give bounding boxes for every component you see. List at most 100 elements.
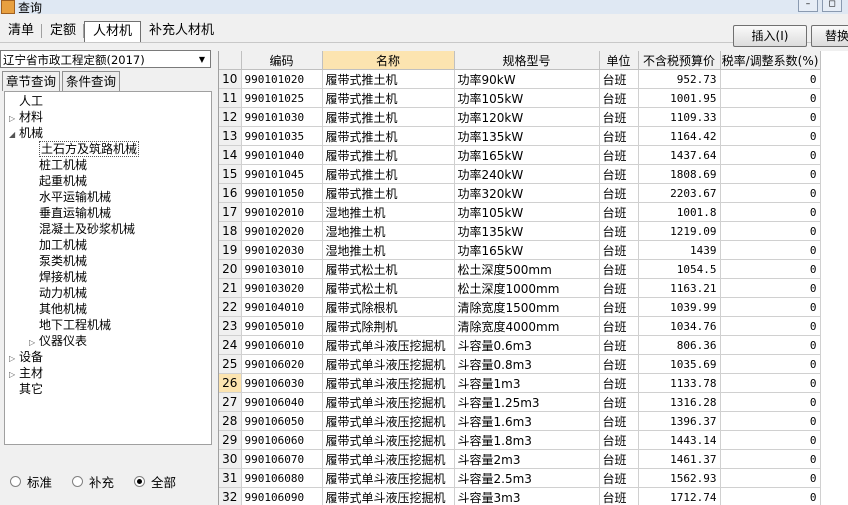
row-number[interactable]: 26 xyxy=(219,373,242,393)
row-number[interactable]: 13 xyxy=(219,126,242,146)
chevron-down-icon[interactable]: ▼ xyxy=(196,51,208,69)
row-number[interactable]: 21 xyxy=(219,278,242,298)
table-row[interactable]: 17 990102010 湿地推土机 功率105kW 台班 1001.8 0 xyxy=(219,202,821,222)
table-row[interactable]: 25 990106020 履带式单斗液压挖掘机 斗容量0.8m3 台班 1035.69 0 xyxy=(219,354,821,374)
replace-button[interactable]: 替换 xyxy=(811,25,848,47)
table-row[interactable]: 32 990106090 履带式单斗液压挖掘机 斗容量3m3 台班 1712.74 0 xyxy=(219,487,821,505)
row-number[interactable]: 14 xyxy=(219,145,242,165)
tree-node[interactable]: ▷ 主材 xyxy=(9,365,43,381)
tree-node[interactable]: 垂直运输机械 xyxy=(29,205,111,221)
tax-rate-cell: 0 xyxy=(720,240,821,260)
row-number[interactable]: 17 xyxy=(219,202,242,222)
tree-node[interactable]: 土石方及筑路机械 xyxy=(29,141,140,157)
col-unit[interactable]: 单位 xyxy=(599,51,639,70)
col-rownum[interactable] xyxy=(219,51,242,70)
table-row[interactable]: 24 990106010 履带式单斗液压挖掘机 斗容量0.6m3 台班 806.36 0 xyxy=(219,335,821,355)
quota-library-select[interactable]: 辽宁省市政工程定额(2017) ▼ xyxy=(0,50,211,68)
table-row[interactable]: 18 990102020 湿地推土机 功率135kW 台班 1219.09 0 xyxy=(219,221,821,241)
row-number[interactable]: 22 xyxy=(219,297,242,317)
table-row[interactable]: 11 990101025 履带式推土机 功率105kW 台班 1001.95 0 xyxy=(219,88,821,108)
table-row[interactable]: 21 990103020 履带式松土机 松土深度1000mm 台班 1163.21 0 xyxy=(219,278,821,298)
table-row[interactable]: 29 990106060 履带式单斗液压挖掘机 斗容量1.8m3 台班 1443.14 0 xyxy=(219,430,821,450)
tree-node[interactable]: ▷ 材料 xyxy=(9,109,43,125)
table-row[interactable]: 14 990101040 履带式推土机 功率165kW 台班 1437.64 0 xyxy=(219,145,821,165)
col-spec[interactable]: 规格型号 xyxy=(454,51,600,70)
tree-node[interactable]: 其它 xyxy=(9,381,43,397)
table-row[interactable]: 12 990101030 履带式推土机 功率120kW 台班 1109.33 0 xyxy=(219,107,821,127)
radio-all[interactable]: 全部 xyxy=(134,472,176,491)
radio-standard[interactable]: 标准 xyxy=(10,472,52,491)
row-number[interactable]: 18 xyxy=(219,221,242,241)
col-tax-rate[interactable]: 税率/调整系数(%) xyxy=(720,51,821,70)
row-number[interactable]: 11 xyxy=(219,88,242,108)
tree-node[interactable]: 泵类机械 xyxy=(29,253,87,269)
tree-node[interactable]: 水平运输机械 xyxy=(29,189,111,205)
tree-node[interactable]: ▷ 设备 xyxy=(9,349,43,365)
table-row[interactable]: 26 990106030 履带式单斗液压挖掘机 斗容量1m3 台班 1133.78 0 xyxy=(219,373,821,393)
tab-condition-query[interactable]: 条件查询 xyxy=(62,71,121,91)
row-number[interactable]: 31 xyxy=(219,468,242,488)
row-number[interactable]: 23 xyxy=(219,316,242,336)
row-number[interactable]: 10 xyxy=(219,69,242,89)
minimize-icon[interactable]: – xyxy=(798,0,818,12)
tab-quota[interactable]: 定额 xyxy=(42,20,85,42)
table-row[interactable]: 30 990106070 履带式单斗液压挖掘机 斗容量2m3 台班 1461.37 0 xyxy=(219,449,821,469)
row-number[interactable]: 27 xyxy=(219,392,242,412)
tree-node[interactable]: 动力机械 xyxy=(29,285,87,301)
tree-node[interactable]: ◢ 机械 xyxy=(9,125,43,141)
tree-node[interactable]: 焊接机械 xyxy=(29,269,87,285)
code-cell: 990101045 xyxy=(241,164,323,184)
row-number[interactable]: 25 xyxy=(219,354,242,374)
tree-node[interactable]: 其他机械 xyxy=(29,301,87,317)
row-number[interactable]: 28 xyxy=(219,411,242,431)
tree-node[interactable]: 混凝土及砂浆机械 xyxy=(29,221,135,237)
row-number[interactable]: 32 xyxy=(219,487,242,505)
tab-bill[interactable]: 清单 xyxy=(0,20,43,42)
collapse-icon[interactable]: ◢ xyxy=(9,127,19,143)
price-cell: 1443.14 xyxy=(638,430,721,450)
tree-node[interactable]: 地下工程机械 xyxy=(29,317,111,333)
tree-node[interactable]: 桩工机械 xyxy=(29,157,87,173)
table-row[interactable]: 15 990101045 履带式推土机 功率240kW 台班 1808.69 0 xyxy=(219,164,821,184)
insert-button[interactable]: 插入(I) xyxy=(733,25,807,47)
name-cell: 履带式推土机 xyxy=(322,183,455,203)
tree-node[interactable]: 人工 xyxy=(9,93,43,109)
tab-supplement-lmm[interactable]: 补充人材机 xyxy=(141,20,222,42)
table-row[interactable]: 27 990106040 履带式单斗液压挖掘机 斗容量1.25m3 台班 1316.28 0 xyxy=(219,392,821,412)
tab-chapter-query[interactable]: 章节查询 xyxy=(2,71,61,91)
name-cell: 履带式单斗液压挖掘机 xyxy=(322,354,455,374)
col-price-excl-tax[interactable]: 不含税预算价 xyxy=(638,51,721,70)
row-number[interactable]: 29 xyxy=(219,430,242,450)
row-number[interactable]: 30 xyxy=(219,449,242,469)
radio-supplement-circle[interactable] xyxy=(72,476,84,487)
row-number[interactable]: 24 xyxy=(219,335,242,355)
table-row[interactable]: 31 990106080 履带式单斗液压挖掘机 斗容量2.5m3 台班 1562.93 0 xyxy=(219,468,821,488)
table-row[interactable]: 16 990101050 履带式推土机 功率320kW 台班 2203.67 0 xyxy=(219,183,821,203)
radio-all-circle[interactable] xyxy=(134,476,146,487)
table-row[interactable]: 23 990105010 履带式除荆机 清除宽度4000mm 台班 1034.76 0 xyxy=(219,316,821,336)
row-number[interactable]: 15 xyxy=(219,164,242,184)
restore-icon[interactable]: ◻ xyxy=(822,0,842,12)
table-row[interactable]: 19 990102030 湿地推土机 功率165kW 台班 1439 0 xyxy=(219,240,821,260)
row-number[interactable]: 12 xyxy=(219,107,242,127)
table-row[interactable]: 13 990101035 履带式推土机 功率135kW 台班 1164.42 0 xyxy=(219,126,821,146)
row-number[interactable]: 20 xyxy=(219,259,242,279)
tab-labor-material-machine[interactable]: 人材机 xyxy=(84,21,142,42)
table-row[interactable]: 20 990103010 履带式松土机 松土深度500mm 台班 1054.5 0 xyxy=(219,259,821,279)
tax-rate-cell: 0 xyxy=(720,259,821,279)
tree-node[interactable]: ▷ 仪器仪表 xyxy=(29,333,87,349)
tree-node[interactable]: 起重机械 xyxy=(29,173,87,189)
radio-supplement[interactable]: 补充 xyxy=(72,472,114,491)
table-row[interactable]: 22 990104010 履带式除根机 清除宽度1500mm 台班 1039.99 0 xyxy=(219,297,821,317)
name-cell: 履带式除根机 xyxy=(322,297,455,317)
unit-cell: 台班 xyxy=(599,411,639,431)
row-number[interactable]: 19 xyxy=(219,240,242,260)
radio-standard-circle[interactable] xyxy=(10,476,21,487)
table-row[interactable]: 10 990101020 履带式推土机 功率90kW 台班 952.73 0 xyxy=(219,69,821,89)
col-code[interactable]: 编码 xyxy=(241,51,323,70)
table-row[interactable]: 28 990106050 履带式单斗液压挖掘机 斗容量1.6m3 台班 1396.37 0 xyxy=(219,411,821,431)
row-number[interactable]: 16 xyxy=(219,183,242,203)
col-name[interactable]: 名称 xyxy=(322,51,455,70)
unit-cell: 台班 xyxy=(599,221,639,241)
tree-node[interactable]: 加工机械 xyxy=(29,237,87,253)
